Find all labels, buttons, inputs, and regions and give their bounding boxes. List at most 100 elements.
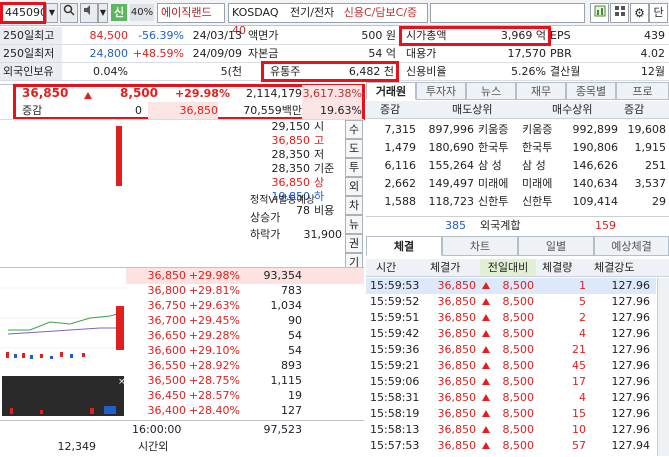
trade-tab-3[interactable]: 예상체결 (594, 236, 669, 256)
side-button-2[interactable]: 투 (345, 158, 363, 177)
trade-time: 15:58:19 (370, 407, 420, 420)
stock-code-input[interactable]: 445090 (0, 2, 47, 24)
trade-price: 36,850 (437, 295, 477, 308)
broker-sell-name[interactable]: 삼 성 (478, 158, 520, 174)
trade-qty: 1 (579, 279, 586, 292)
broker-sell-qty: 149,497 (428, 177, 475, 190)
side-button-1[interactable]: 도 (345, 139, 363, 158)
value-capital: 54 억 (368, 47, 396, 60)
extra-info-box (430, 3, 585, 23)
label-delta: 증감 (22, 104, 43, 117)
orderbook-qty: 90 (288, 314, 302, 327)
trade-strength: 127.96 (611, 343, 651, 356)
turnover-ratio: 19.63% (302, 102, 362, 119)
trade-strength: 127.96 (611, 279, 651, 292)
volume-ratio: 3,617.38% (302, 85, 362, 102)
tab-5[interactable]: 프로 (616, 82, 669, 100)
value-market-cap: 3,969 억 (500, 29, 546, 42)
orderbook-price[interactable]: 36,600 (130, 343, 187, 359)
trade-qty: 57 (572, 439, 586, 452)
trade-qty: 45 (572, 359, 586, 372)
orderbook-price[interactable]: 36,400 (130, 403, 187, 419)
date-250-low: 24/09/09 (192, 47, 242, 60)
single-button[interactable]: 단 (649, 3, 668, 23)
mini-chart-icon[interactable] (590, 3, 609, 23)
search-icon[interactable] (60, 3, 78, 23)
speaker-icon[interactable] (80, 3, 98, 23)
orderbook-row: 36,750 +29.63% 1,034 (126, 298, 364, 314)
orderbook-price[interactable]: 36,550 (130, 358, 187, 374)
orderbook-price[interactable]: 36,750 (130, 298, 187, 314)
side-button-0[interactable]: 수 (345, 120, 363, 139)
price-bar (116, 120, 122, 266)
scrollbar[interactable] (657, 278, 669, 456)
orderbook-pct: +29.81% (188, 284, 240, 297)
trade-qty: 15 (572, 407, 586, 420)
tab-2[interactable]: 뉴스 (466, 82, 516, 100)
label-pbr: PBR (550, 47, 572, 60)
trade-tab-1[interactable]: 차트 (442, 236, 518, 256)
side-button-5[interactable]: 뉴 (345, 215, 363, 234)
broker-buy-name[interactable]: 한국투 (522, 140, 564, 156)
label-eps: EPS (550, 29, 571, 42)
side-button-6[interactable]: 권 (345, 234, 363, 253)
header-time: 시간 (376, 261, 397, 274)
trade-strength: 127.94 (611, 439, 651, 452)
trade-price: 36,850 (437, 391, 477, 404)
price-side-value: 28,350 (271, 148, 311, 161)
broker-buy-name[interactable]: 삼 성 (522, 158, 564, 174)
header-inc: 증감 (380, 103, 401, 116)
trade-row: 15:59:53 36,850 8,500 1 127.96 (366, 278, 656, 294)
orderbook-row: 36,650 +29.28% 54 (126, 328, 364, 344)
broker-buy-qty: 992,899 (572, 123, 619, 136)
dropdown-arrow-icon[interactable]: ▼ (46, 3, 58, 23)
prev-price: 36,850 (148, 102, 218, 119)
trade-tab-2[interactable]: 일별 (518, 236, 594, 256)
trade-tab-0[interactable]: 체결 (366, 236, 442, 256)
broker-buy-name[interactable]: 미래에 (522, 176, 564, 192)
tab-3[interactable]: 재무 (516, 82, 566, 100)
broker-sell-name[interactable]: 미래에 (478, 176, 520, 192)
after-hours-time: 16:00:00 (132, 423, 182, 436)
broker-buy-qty: 140,634 (572, 177, 619, 190)
orderbook-qty: 1,115 (270, 374, 303, 387)
side-button-3[interactable]: 외 (345, 177, 363, 196)
tab-0[interactable]: 거래원 (366, 82, 416, 100)
trade-row: 15:58:31 36,850 8,500 4 127.96 (366, 390, 656, 406)
trade-row: 15:58:13 36,850 8,500 10 127.96 (366, 422, 656, 438)
broker-sell-name[interactable]: 신한투 (478, 194, 520, 210)
value-fiscal-month: 12월 (640, 65, 665, 78)
orderbook-pct: +28.75% (188, 374, 240, 387)
price-side-value: 36,850 (271, 176, 311, 189)
side-button-4[interactable]: 차 (345, 196, 363, 215)
broker-sell-name[interactable]: 키움증 (478, 122, 520, 138)
broker-buy-name[interactable]: 신한투 (522, 194, 564, 210)
orderbook-price[interactable]: 36,700 (130, 313, 187, 329)
value-credit-ratio: 5.26% (511, 65, 546, 78)
orderbook-qty: 1,034 (270, 299, 303, 312)
down-price-value: 31,900 (303, 228, 343, 241)
orderbook-price[interactable]: 36,850 (130, 268, 187, 284)
grid-icon[interactable] (610, 3, 629, 23)
broker-buy-name[interactable]: 키움증 (522, 122, 564, 138)
price-side-value: 28,350 (271, 162, 311, 175)
stock-name: 에이직랜드 (157, 3, 225, 23)
gear-icon[interactable]: ⚙ (630, 3, 649, 23)
broker-row: 6,116 155,264 삼 성삼 성 146,626 251 (366, 158, 669, 174)
trade-change: 8,500 (502, 343, 535, 356)
dropdown-arrow-icon[interactable]: ▼ (98, 3, 108, 23)
trade-tabs: 체결 차트 일별 예상체결 (366, 236, 669, 256)
trade-strength: 127.96 (611, 375, 651, 388)
orderbook-price[interactable]: 36,500 (130, 373, 187, 389)
tab-4[interactable]: 종목별 (566, 82, 616, 100)
orderbook-price[interactable]: 36,450 (130, 388, 187, 404)
tab-1[interactable]: 투자자 (416, 82, 466, 100)
orderbook-price[interactable]: 36,650 (130, 328, 187, 344)
intraday-chart: × (0, 287, 126, 416)
trade-price: 36,850 (437, 375, 477, 388)
orderbook-qty: 127 (281, 404, 302, 417)
trade-strength: 127.96 (611, 423, 651, 436)
orderbook-price[interactable]: 36,800 (130, 283, 187, 299)
broker-sell-name[interactable]: 한국투 (478, 140, 520, 156)
margin-rate: 40% (130, 4, 154, 21)
